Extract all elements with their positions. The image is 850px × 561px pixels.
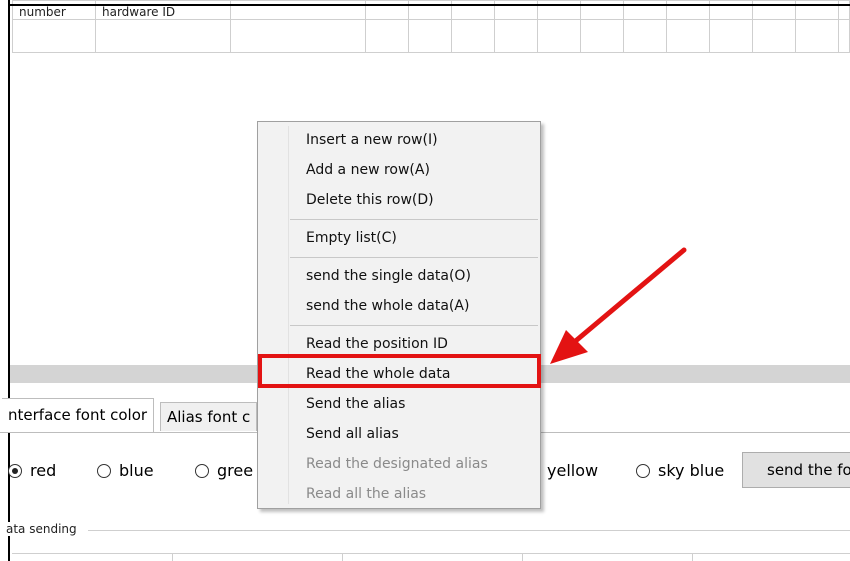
table-cell[interactable] bbox=[95, 19, 231, 53]
table-cell[interactable] bbox=[838, 19, 850, 53]
table-cell[interactable] bbox=[537, 19, 581, 53]
menu-item-read-designated-alias: Read the designated alias bbox=[306, 456, 488, 472]
tab-interface-font-color[interactable]: nterface font color bbox=[2, 398, 155, 432]
radio-checked-icon bbox=[8, 463, 22, 478]
table-cell[interactable] bbox=[795, 19, 839, 53]
radio-blue[interactable]: blue bbox=[97, 461, 154, 480]
radio-unchecked-icon bbox=[97, 463, 111, 478]
data-sending-table-top bbox=[12, 553, 850, 561]
table-column-divider bbox=[172, 554, 173, 561]
menu-item-read-position-id[interactable]: Read the position ID bbox=[306, 332, 448, 356]
table-cell[interactable] bbox=[494, 19, 538, 53]
radio-unchecked-icon bbox=[636, 463, 650, 478]
menu-item-delete-row[interactable]: Delete this row(D) bbox=[306, 188, 434, 212]
menu-item-send-whole-data[interactable]: send the whole data(A) bbox=[306, 294, 469, 318]
table-cell[interactable] bbox=[12, 19, 96, 53]
table-cell[interactable] bbox=[408, 19, 452, 53]
radio-green[interactable]: gree bbox=[195, 461, 253, 480]
menu-item-read-all-alias: Read all the alias bbox=[306, 486, 427, 502]
radio-label: sky blue bbox=[658, 461, 725, 480]
table-cell[interactable] bbox=[580, 19, 624, 53]
menu-item-send-alias[interactable]: Send the alias bbox=[306, 392, 405, 416]
radio-red[interactable]: red bbox=[8, 461, 56, 480]
menu-item-add-row[interactable]: Add a new row(A) bbox=[306, 158, 430, 182]
menu-separator bbox=[290, 257, 538, 258]
table-cell[interactable] bbox=[365, 19, 409, 53]
table-column-divider bbox=[522, 554, 523, 561]
tab-alias-font-color[interactable]: Alias font c bbox=[160, 402, 258, 431]
group-divider bbox=[88, 530, 850, 531]
radio-label: red bbox=[30, 461, 57, 480]
app-window: number hardware ID nterface font color A… bbox=[0, 0, 850, 561]
table-cell[interactable] bbox=[666, 19, 710, 53]
menu-gutter bbox=[288, 126, 289, 504]
annotation-arrow-icon bbox=[550, 247, 687, 364]
table-cell[interactable] bbox=[230, 19, 366, 53]
radio-unchecked-icon bbox=[195, 463, 209, 478]
radio-label: yellow bbox=[547, 461, 599, 480]
table-row[interactable] bbox=[12, 19, 850, 53]
table-cell[interactable] bbox=[709, 19, 753, 53]
menu-item-insert-row[interactable]: Insert a new row(I) bbox=[306, 128, 438, 152]
menu-item-send-all-alias[interactable]: Send all alias bbox=[306, 422, 399, 446]
data-sending-group-label: ata sending bbox=[6, 522, 83, 536]
radio-label: gree bbox=[217, 461, 254, 480]
table-column-divider bbox=[342, 554, 343, 561]
menu-separator bbox=[290, 325, 538, 326]
menu-item-empty-list[interactable]: Empty list(C) bbox=[306, 226, 397, 250]
window-top-border bbox=[8, 4, 850, 6]
context-menu: Insert a new row(I) Add a new row(A) Del… bbox=[257, 121, 541, 509]
table-column-divider bbox=[692, 554, 693, 561]
data-table: number hardware ID bbox=[12, 0, 850, 53]
table-cell[interactable] bbox=[451, 19, 495, 53]
radio-sky-blue[interactable]: sky blue bbox=[636, 461, 724, 480]
radio-label: blue bbox=[119, 461, 154, 480]
table-cell[interactable] bbox=[752, 19, 796, 53]
annotation-highlight-box bbox=[258, 354, 541, 388]
send-font-color-button[interactable]: send the fo bbox=[742, 452, 850, 488]
radio-yellow[interactable]: yellow bbox=[547, 461, 598, 480]
menu-separator bbox=[290, 219, 538, 220]
table-cell[interactable] bbox=[623, 19, 667, 53]
menu-item-send-single-data[interactable]: send the single data(O) bbox=[306, 264, 471, 288]
